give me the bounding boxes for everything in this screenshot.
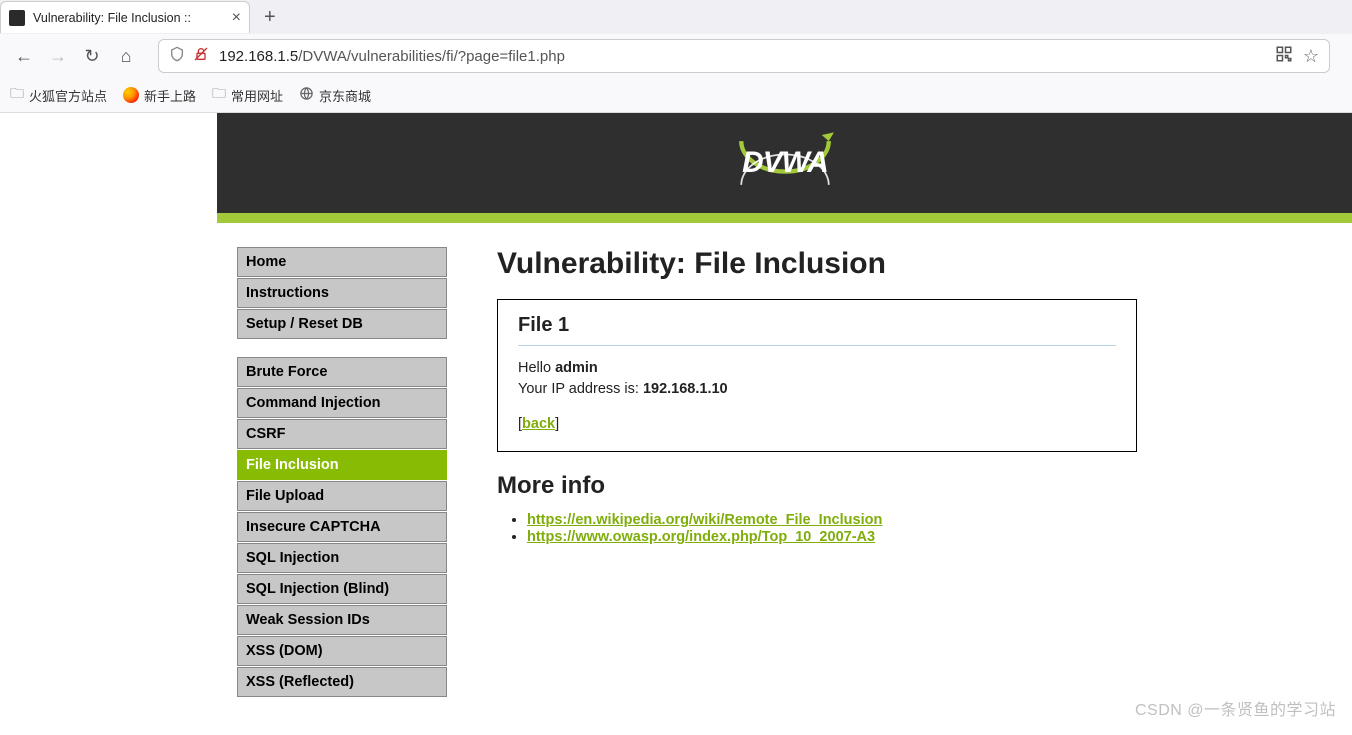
bookmark-label: 火狐官方站点: [29, 86, 107, 105]
bookmark-label: 新手上路: [144, 86, 196, 105]
back-link[interactable]: back: [522, 416, 555, 432]
watermark: CSDN @一条贤鱼的学习站: [1135, 696, 1336, 720]
back-line: [back]: [518, 414, 1116, 435]
bookmark-bar: 🗀 火狐官方站点 新手上路 🗀 常用网址 京东商城: [0, 78, 1352, 112]
back-button[interactable]: ←: [10, 42, 38, 70]
ip-prefix: Your IP address is:: [518, 381, 643, 397]
app-header: DVWA: [217, 113, 1352, 213]
browser-tab[interactable]: Vulnerability: File Inclusion :: ×: [0, 1, 250, 33]
page-stage: DVWA Home Instructions Setup / Reset DB …: [217, 113, 1352, 735]
reload-button[interactable]: ↻: [78, 42, 106, 70]
tab-title: Vulnerability: File Inclusion ::: [33, 11, 226, 25]
browser-chrome: Vulnerability: File Inclusion :: × + ← →…: [0, 0, 1352, 113]
sidebar-item-csrf[interactable]: CSRF: [237, 419, 447, 449]
sidebar: Home Instructions Setup / Reset DB Brute…: [237, 247, 447, 715]
sidebar-group-vulns: Brute Force Command Injection CSRF File …: [237, 357, 447, 697]
hello-prefix: Hello: [518, 360, 555, 376]
url-bar[interactable]: 192.168.1.5/DVWA/vulnerabilities/fi/?pag…: [158, 39, 1330, 73]
bookmark-item[interactable]: 新手上路: [123, 86, 196, 105]
tab-close-icon[interactable]: ×: [232, 10, 241, 26]
page-title: Vulnerability: File Inclusion: [497, 247, 1137, 281]
bookmark-item[interactable]: 京东商城: [299, 86, 371, 105]
insecure-lock-icon: [193, 46, 209, 66]
folder-icon: 🗀: [212, 83, 226, 107]
green-strip: [217, 213, 1352, 223]
list-item: https://en.wikipedia.org/wiki/Remote_Fil…: [527, 512, 1137, 528]
file-box: File 1 Hello admin Your IP address is: 1…: [497, 299, 1137, 452]
url-text: 192.168.1.5/DVWA/vulnerabilities/fi/?pag…: [219, 48, 1265, 65]
sidebar-item-sql-injection-blind[interactable]: SQL Injection (Blind): [237, 574, 447, 604]
sidebar-item-xss-reflected[interactable]: XSS (Reflected): [237, 667, 447, 697]
divider: [518, 345, 1116, 346]
sidebar-item-command-injection[interactable]: Command Injection: [237, 388, 447, 418]
svg-text:DVWA: DVWA: [742, 146, 828, 179]
ip-address: 192.168.1.10: [643, 381, 728, 397]
shield-icon: [169, 46, 185, 66]
left-margin: [0, 113, 217, 735]
sidebar-item-insecure-captcha[interactable]: Insecure CAPTCHA: [237, 512, 447, 542]
sidebar-item-instructions[interactable]: Instructions: [237, 278, 447, 308]
links-list: https://en.wikipedia.org/wiki/Remote_Fil…: [527, 512, 1137, 545]
main-content: Vulnerability: File Inclusion File 1 Hel…: [497, 247, 1137, 715]
more-info-heading: More info: [497, 472, 1137, 500]
sidebar-item-file-inclusion[interactable]: File Inclusion: [237, 450, 447, 480]
home-button[interactable]: ⌂: [112, 42, 140, 70]
bookmark-item[interactable]: 🗀 常用网址: [212, 83, 283, 107]
file-box-heading: File 1: [518, 314, 1116, 337]
sidebar-item-bruteforce[interactable]: Brute Force: [237, 357, 447, 387]
folder-icon: 🗀: [10, 83, 24, 107]
dvwa-logo: DVWA: [715, 128, 855, 198]
nav-row: ← → ↻ ⌂ 192.168.1.5/DVWA/vulnerabilities…: [0, 34, 1352, 78]
bookmark-star-icon[interactable]: ☆: [1303, 46, 1319, 67]
bookmark-label: 京东商城: [319, 86, 371, 105]
tab-strip: Vulnerability: File Inclusion :: × +: [0, 0, 1352, 34]
forward-button[interactable]: →: [44, 42, 72, 70]
bookmark-label: 常用网址: [231, 86, 283, 105]
hello-line: Hello admin Your IP address is: 192.168.…: [518, 358, 1116, 400]
new-tab-button[interactable]: +: [264, 6, 276, 29]
username: admin: [555, 360, 598, 376]
qr-icon[interactable]: [1275, 45, 1293, 68]
content-row: Home Instructions Setup / Reset DB Brute…: [217, 223, 1352, 715]
sidebar-group-main: Home Instructions Setup / Reset DB: [237, 247, 447, 339]
tab-favicon: [9, 10, 25, 26]
sidebar-item-file-upload[interactable]: File Upload: [237, 481, 447, 511]
firefox-icon: [123, 87, 139, 103]
globe-icon: [299, 86, 314, 104]
sidebar-item-weak-session-ids[interactable]: Weak Session IDs: [237, 605, 447, 635]
sidebar-item-xss-dom[interactable]: XSS (DOM): [237, 636, 447, 666]
sidebar-item-sql-injection[interactable]: SQL Injection: [237, 543, 447, 573]
sidebar-item-home[interactable]: Home: [237, 247, 447, 277]
page-body: DVWA Home Instructions Setup / Reset DB …: [0, 113, 1352, 735]
info-link[interactable]: https://en.wikipedia.org/wiki/Remote_Fil…: [527, 512, 882, 528]
sidebar-item-setup[interactable]: Setup / Reset DB: [237, 309, 447, 339]
list-item: https://www.owasp.org/index.php/Top_10_2…: [527, 529, 1137, 545]
bookmark-item[interactable]: 🗀 火狐官方站点: [10, 83, 107, 107]
info-link[interactable]: https://www.owasp.org/index.php/Top_10_2…: [527, 529, 875, 545]
